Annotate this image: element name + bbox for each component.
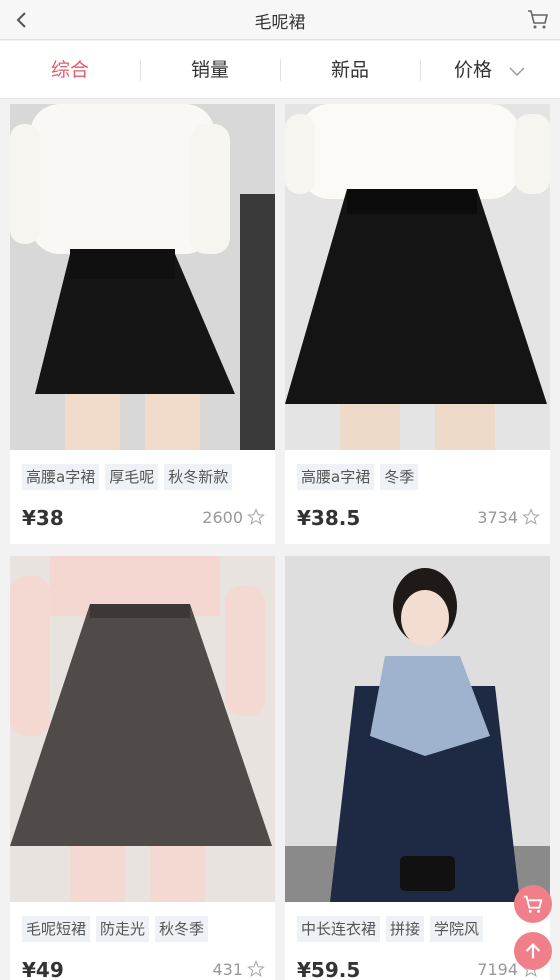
product-tag: 秋冬新款	[164, 464, 233, 490]
product-tag: 学院风	[430, 916, 484, 942]
tab-comprehensive[interactable]: 综合	[0, 41, 140, 98]
product-tag: 高腰a字裙	[297, 464, 375, 490]
cart-icon[interactable]	[526, 7, 550, 31]
star-icon[interactable]	[247, 508, 265, 526]
sales-count: 431	[212, 960, 243, 979]
product-tags: 高腰a字裙 厚毛呢 秋冬新款	[10, 450, 275, 494]
tab-price[interactable]: 价格	[420, 41, 560, 98]
product-tag: 冬季	[380, 464, 419, 490]
product-tags: 中长连衣裙 拼接 学院风	[285, 902, 550, 946]
product-tag: 高腰a字裙	[22, 464, 100, 490]
product-image[interactable]	[10, 104, 275, 450]
product-tag: 秋冬季	[155, 916, 209, 942]
product-tags: 高腰a字裙 冬季	[285, 450, 550, 494]
product-tag: 毛呢短裙	[22, 916, 91, 942]
floating-cart-button[interactable]	[514, 885, 552, 923]
sales-count: 3734	[477, 508, 518, 527]
product-price: ¥38	[22, 506, 64, 530]
product-price: ¥59.5	[297, 958, 361, 980]
product-image[interactable]	[285, 556, 550, 902]
product-card[interactable]: 高腰a字裙 冬季 ¥38.5 3734	[285, 104, 550, 544]
product-card[interactable]: 毛呢短裙 防走光 秋冬季 ¥49 431	[10, 556, 275, 980]
cart-icon	[523, 895, 543, 913]
top-bar: 毛呢裙	[0, 0, 560, 40]
product-price: ¥38.5	[297, 506, 361, 530]
product-price: ¥49	[22, 958, 64, 980]
product-image[interactable]	[10, 556, 275, 902]
chevron-down-icon	[509, 67, 525, 76]
product-tag: 拼接	[386, 916, 425, 942]
sales-count: 2600	[202, 508, 243, 527]
sort-tabs: 综合 销量 新品 价格	[0, 41, 560, 99]
tab-sales[interactable]: 销量	[140, 41, 280, 98]
product-card[interactable]: 中长连衣裙 拼接 学院风 ¥59.5 7194	[285, 556, 550, 980]
product-tag: 中长连衣裙	[297, 916, 381, 942]
arrow-up-icon	[525, 943, 541, 959]
back-to-top-button[interactable]	[514, 932, 552, 970]
product-tag: 防走光	[96, 916, 150, 942]
sales-count: 7194	[477, 960, 518, 979]
star-icon[interactable]	[522, 508, 540, 526]
product-card[interactable]: 高腰a字裙 厚毛呢 秋冬新款 ¥38 2600	[10, 104, 275, 544]
page-title: 毛呢裙	[254, 13, 306, 33]
product-tag: 厚毛呢	[105, 464, 159, 490]
product-tags: 毛呢短裙 防走光 秋冬季	[10, 902, 275, 946]
product-image[interactable]	[285, 104, 550, 450]
tab-new[interactable]: 新品	[280, 41, 420, 98]
star-icon[interactable]	[247, 960, 265, 978]
